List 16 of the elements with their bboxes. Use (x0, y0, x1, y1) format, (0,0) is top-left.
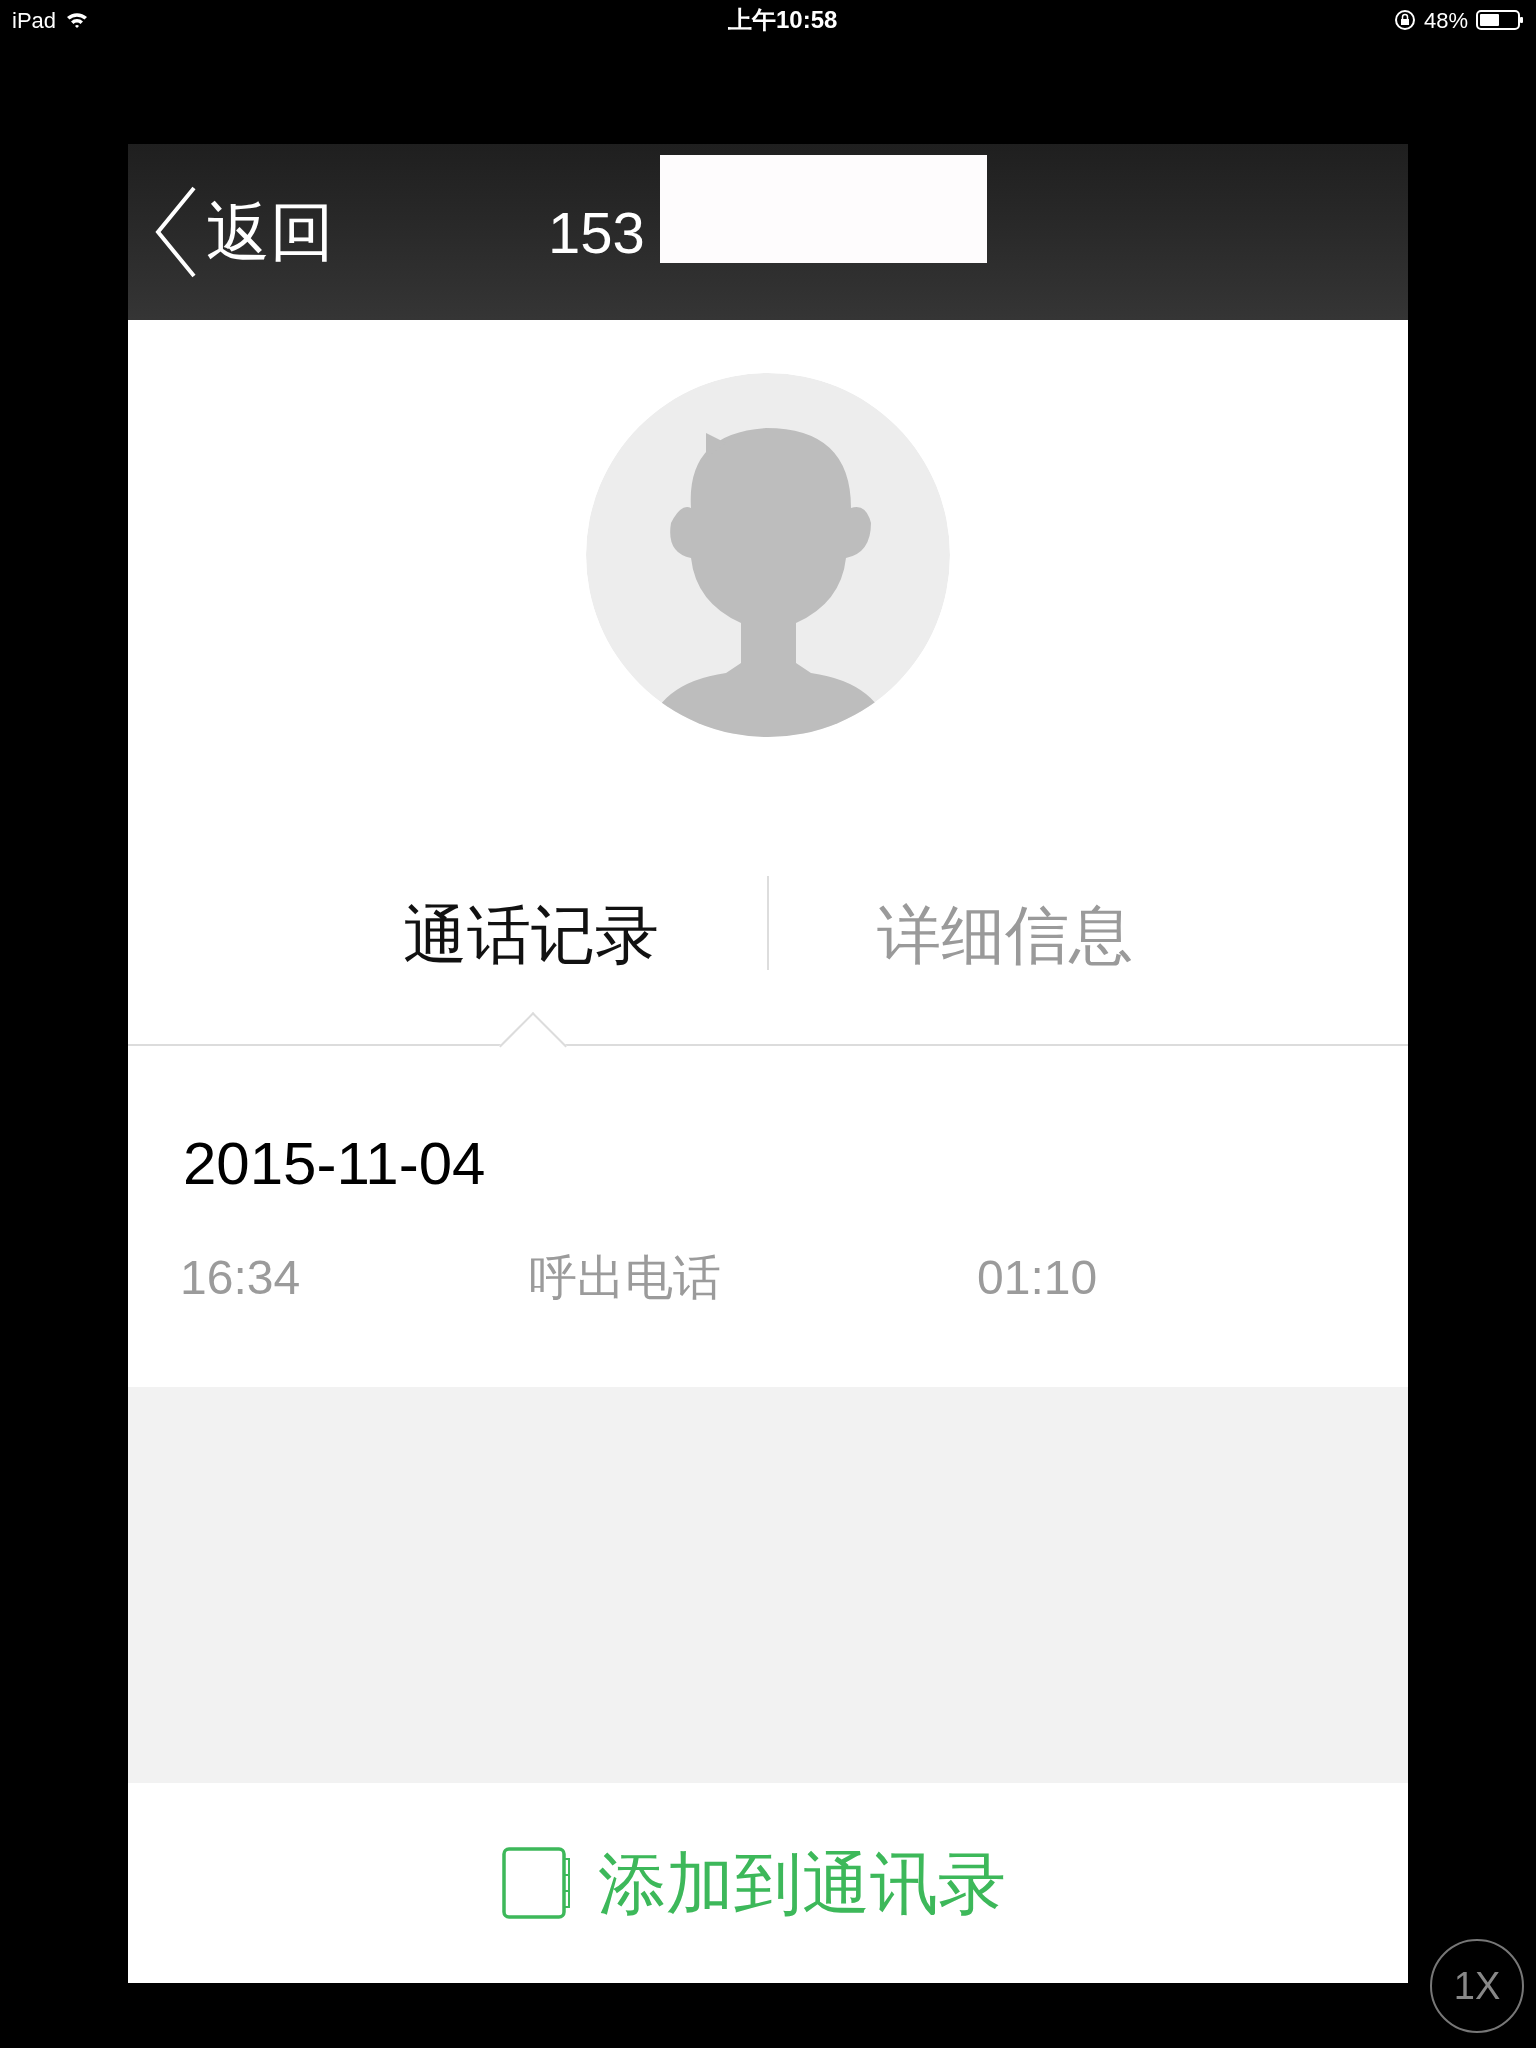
contact-title: 153 (548, 199, 645, 267)
back-chevron-icon (154, 186, 198, 278)
status-time: 上午10:58 (728, 5, 838, 35)
battery-icon (1476, 10, 1524, 30)
address-book-icon (502, 1847, 572, 1919)
back-button[interactable]: 返回 (154, 184, 334, 280)
rotation-lock-icon (1393, 9, 1416, 31)
battery-percent: 48% (1423, 6, 1468, 35)
device-name: iPad (12, 6, 57, 35)
call-duration: 01:10 (977, 1250, 1098, 1306)
call-date: 2015-11-04 (183, 1132, 487, 1196)
wifi-icon (66, 11, 89, 29)
zoom-button[interactable]: 1X (1430, 1939, 1524, 2033)
call-time: 16:34 (180, 1250, 302, 1306)
call-type: 呼出电话 (529, 1250, 722, 1306)
tab[interactable]: 通话记录 (403, 888, 659, 982)
